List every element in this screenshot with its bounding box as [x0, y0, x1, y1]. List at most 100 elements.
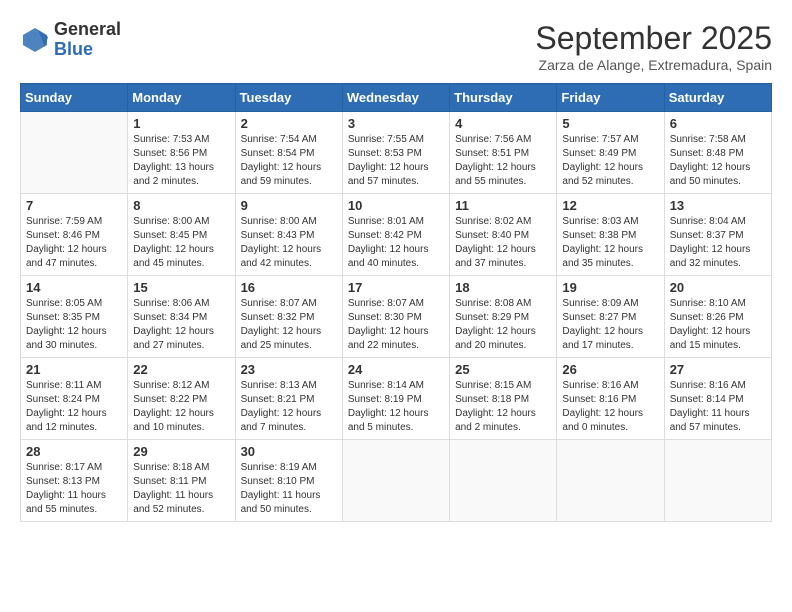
day-header-sunday: Sunday	[21, 84, 128, 112]
calendar-cell	[21, 112, 128, 194]
cell-content: Sunrise: 7:59 AMSunset: 8:46 PMDaylight:…	[26, 215, 122, 271]
calendar-cell: 4 Sunrise: 7:56 AMSunset: 8:51 PMDaylight…	[450, 112, 557, 194]
cell-content: Sunrise: 7:55 AMSunset: 8:53 PMDaylight:…	[348, 133, 444, 189]
cell-content: Sunrise: 8:17 AMSunset: 8:13 PMDaylight:…	[26, 461, 122, 517]
cell-content: Sunrise: 8:12 AMSunset: 8:22 PMDaylight:…	[133, 379, 229, 435]
day-number: 20	[670, 280, 766, 295]
page-header: General Blue September 2025 Zarza de Ala…	[20, 20, 772, 73]
day-number: 21	[26, 362, 122, 377]
cell-content: Sunrise: 8:11 AMSunset: 8:24 PMDaylight:…	[26, 379, 122, 435]
cell-content: Sunrise: 8:00 AMSunset: 8:43 PMDaylight:…	[241, 215, 337, 271]
cell-content: Sunrise: 8:00 AMSunset: 8:45 PMDaylight:…	[133, 215, 229, 271]
calendar-cell: 21 Sunrise: 8:11 AMSunset: 8:24 PMDayligh…	[21, 358, 128, 440]
day-number: 26	[562, 362, 658, 377]
calendar-cell: 23 Sunrise: 8:13 AMSunset: 8:21 PMDayligh…	[235, 358, 342, 440]
day-number: 6	[670, 116, 766, 131]
day-header-wednesday: Wednesday	[342, 84, 449, 112]
calendar-cell: 8 Sunrise: 8:00 AMSunset: 8:45 PMDaylight…	[128, 194, 235, 276]
day-number: 10	[348, 198, 444, 213]
calendar-cell: 6 Sunrise: 7:58 AMSunset: 8:48 PMDaylight…	[664, 112, 771, 194]
day-number: 3	[348, 116, 444, 131]
calendar-cell: 14Sunrise: 8:05 AMSunset: 8:35 PMDayligh…	[21, 276, 128, 358]
calendar-cell: 24Sunrise: 8:14 AMSunset: 8:19 PMDayligh…	[342, 358, 449, 440]
calendar-cell: 10 Sunrise: 8:01 AMSunset: 8:42 PMDayligh…	[342, 194, 449, 276]
logo-blue-text: Blue	[54, 39, 93, 59]
logo-general-text: General	[54, 19, 121, 39]
cell-content: Sunrise: 8:03 AMSunset: 8:38 PMDaylight:…	[562, 215, 658, 271]
cell-content: Sunrise: 8:19 AMSunset: 8:10 PMDaylight:…	[241, 461, 337, 517]
day-header-saturday: Saturday	[664, 84, 771, 112]
day-header-monday: Monday	[128, 84, 235, 112]
calendar-week-row: 28Sunrise: 8:17 AMSunset: 8:13 PMDayligh…	[21, 440, 772, 522]
day-number: 24	[348, 362, 444, 377]
location-subtitle: Zarza de Alange, Extremadura, Spain	[535, 57, 772, 73]
cell-content: Sunrise: 8:16 AMSunset: 8:14 PMDaylight:…	[670, 379, 766, 435]
cell-content: Sunrise: 8:07 AMSunset: 8:30 PMDaylight:…	[348, 297, 444, 353]
calendar-cell: 27 Sunrise: 8:16 AMSunset: 8:14 PMDayligh…	[664, 358, 771, 440]
calendar-cell: 20 Sunrise: 8:10 AMSunset: 8:26 PMDayligh…	[664, 276, 771, 358]
calendar-header-row: SundayMondayTuesdayWednesdayThursdayFrid…	[21, 84, 772, 112]
cell-content: Sunrise: 7:56 AMSunset: 8:51 PMDaylight:…	[455, 133, 551, 189]
day-number: 30	[241, 444, 337, 459]
calendar-week-row: 21 Sunrise: 8:11 AMSunset: 8:24 PMDayligh…	[21, 358, 772, 440]
day-number: 27	[670, 362, 766, 377]
day-number: 14	[26, 280, 122, 295]
calendar-cell: 26 Sunrise: 8:16 AMSunset: 8:16 PMDayligh…	[557, 358, 664, 440]
calendar-cell: 30 Sunrise: 8:19 AMSunset: 8:10 PMDayligh…	[235, 440, 342, 522]
day-number: 11	[455, 198, 551, 213]
calendar-cell: 18 Sunrise: 8:08 AMSunset: 8:29 PMDayligh…	[450, 276, 557, 358]
cell-content: Sunrise: 8:01 AMSunset: 8:42 PMDaylight:…	[348, 215, 444, 271]
day-number: 9	[241, 198, 337, 213]
cell-content: Sunrise: 8:13 AMSunset: 8:21 PMDaylight:…	[241, 379, 337, 435]
calendar-table: SundayMondayTuesdayWednesdayThursdayFrid…	[20, 83, 772, 522]
calendar-cell	[557, 440, 664, 522]
calendar-cell: 5 Sunrise: 7:57 AMSunset: 8:49 PMDaylight…	[557, 112, 664, 194]
day-number: 2	[241, 116, 337, 131]
day-number: 1	[133, 116, 229, 131]
calendar-cell: 16 Sunrise: 8:07 AMSunset: 8:32 PMDayligh…	[235, 276, 342, 358]
calendar-cell: 2 Sunrise: 7:54 AMSunset: 8:54 PMDaylight…	[235, 112, 342, 194]
cell-content: Sunrise: 7:57 AMSunset: 8:49 PMDaylight:…	[562, 133, 658, 189]
cell-content: Sunrise: 8:18 AMSunset: 8:11 PMDaylight:…	[133, 461, 229, 517]
title-block: September 2025 Zarza de Alange, Extremad…	[535, 20, 772, 73]
calendar-cell: 11Sunrise: 8:02 AMSunset: 8:40 PMDayligh…	[450, 194, 557, 276]
cell-content: Sunrise: 8:08 AMSunset: 8:29 PMDaylight:…	[455, 297, 551, 353]
calendar-cell: 13 Sunrise: 8:04 AMSunset: 8:37 PMDayligh…	[664, 194, 771, 276]
cell-content: Sunrise: 8:04 AMSunset: 8:37 PMDaylight:…	[670, 215, 766, 271]
logo: General Blue	[20, 20, 121, 60]
day-number: 16	[241, 280, 337, 295]
day-number: 25	[455, 362, 551, 377]
calendar-cell: 29Sunrise: 8:18 AMSunset: 8:11 PMDayligh…	[128, 440, 235, 522]
day-number: 4	[455, 116, 551, 131]
calendar-cell: 3 Sunrise: 7:55 AMSunset: 8:53 PMDaylight…	[342, 112, 449, 194]
cell-content: Sunrise: 8:07 AMSunset: 8:32 PMDaylight:…	[241, 297, 337, 353]
calendar-cell	[450, 440, 557, 522]
calendar-cell: 17 Sunrise: 8:07 AMSunset: 8:30 PMDayligh…	[342, 276, 449, 358]
calendar-cell: 9 Sunrise: 8:00 AMSunset: 8:43 PMDaylight…	[235, 194, 342, 276]
day-number: 8	[133, 198, 229, 213]
month-title: September 2025	[535, 20, 772, 57]
cell-content: Sunrise: 7:58 AMSunset: 8:48 PMDaylight:…	[670, 133, 766, 189]
day-number: 22	[133, 362, 229, 377]
cell-content: Sunrise: 8:09 AMSunset: 8:27 PMDaylight:…	[562, 297, 658, 353]
calendar-week-row: 7Sunrise: 7:59 AMSunset: 8:46 PMDaylight…	[21, 194, 772, 276]
calendar-cell: 28Sunrise: 8:17 AMSunset: 8:13 PMDayligh…	[21, 440, 128, 522]
day-header-friday: Friday	[557, 84, 664, 112]
logo-icon	[20, 25, 50, 55]
day-number: 13	[670, 198, 766, 213]
cell-content: Sunrise: 7:54 AMSunset: 8:54 PMDaylight:…	[241, 133, 337, 189]
day-number: 18	[455, 280, 551, 295]
cell-content: Sunrise: 8:10 AMSunset: 8:26 PMDaylight:…	[670, 297, 766, 353]
calendar-cell	[664, 440, 771, 522]
calendar-cell: 1Sunrise: 7:53 AMSunset: 8:56 PMDaylight…	[128, 112, 235, 194]
day-number: 5	[562, 116, 658, 131]
day-number: 23	[241, 362, 337, 377]
day-number: 12	[562, 198, 658, 213]
cell-content: Sunrise: 8:16 AMSunset: 8:16 PMDaylight:…	[562, 379, 658, 435]
day-number: 17	[348, 280, 444, 295]
calendar-cell: 25Sunrise: 8:15 AMSunset: 8:18 PMDayligh…	[450, 358, 557, 440]
day-number: 19	[562, 280, 658, 295]
calendar-cell: 22 Sunrise: 8:12 AMSunset: 8:22 PMDayligh…	[128, 358, 235, 440]
cell-content: Sunrise: 8:06 AMSunset: 8:34 PMDaylight:…	[133, 297, 229, 353]
calendar-cell: 7Sunrise: 7:59 AMSunset: 8:46 PMDaylight…	[21, 194, 128, 276]
